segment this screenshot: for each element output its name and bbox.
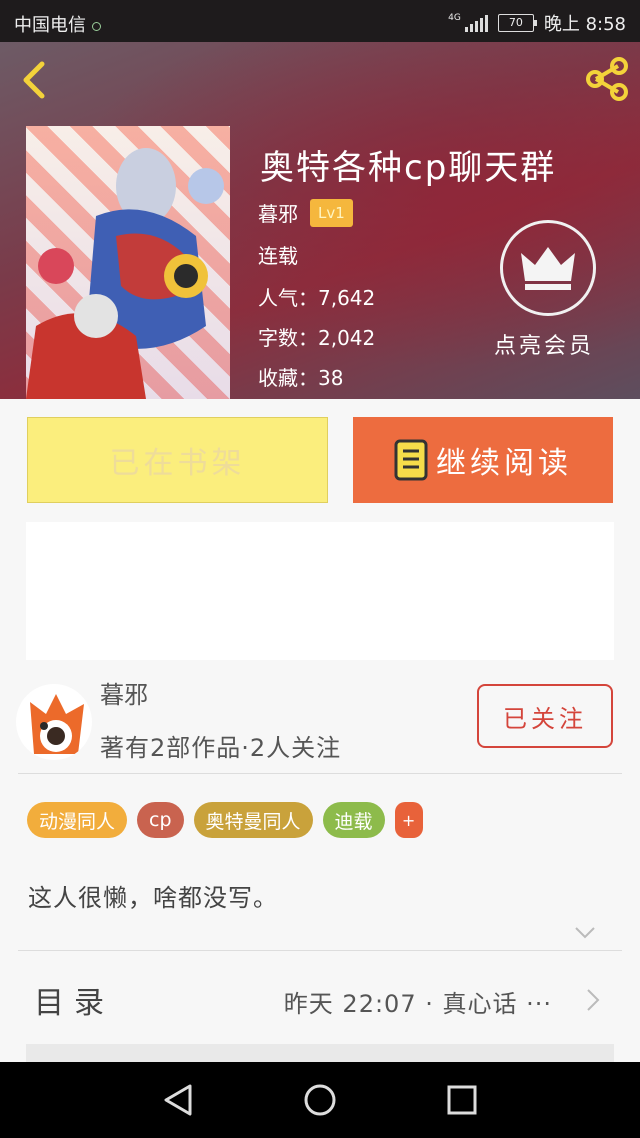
- favorites-label: 收藏：: [258, 366, 318, 390]
- author-stats: 著有2部作品·2人关注: [100, 734, 342, 762]
- tag-cp[interactable]: cp: [137, 802, 184, 838]
- back-triangle-icon[interactable]: [160, 1082, 196, 1118]
- signal-icon: 4G: [448, 14, 488, 32]
- tag-list: 动漫同人 cp 奥特曼同人 迪载 +: [27, 802, 423, 838]
- read-label: 继续阅读: [436, 446, 572, 481]
- back-chevron-icon[interactable]: [18, 60, 48, 100]
- tag-ultraman-fanfic[interactable]: 奥特曼同人: [193, 802, 313, 838]
- level-badge: Lv1: [310, 198, 353, 227]
- book-header: 奥特各种cp聊天群 暮邪 Lv1 连载 人气：7,642 字数：2,042 收藏…: [0, 42, 640, 399]
- popularity-value: 7,642: [318, 286, 376, 310]
- tag-label: 动漫同人: [39, 810, 116, 833]
- wordcount-value: 2,042: [318, 326, 376, 350]
- wordcount-row: 字数：2,042: [258, 322, 375, 351]
- carrier-label: 中国电信: [14, 11, 101, 37]
- tag-label: 奥特曼同人: [205, 810, 301, 833]
- book-author[interactable]: 暮邪: [258, 198, 298, 227]
- popularity-label: 人气：: [258, 286, 318, 310]
- book-cover-image[interactable]: [26, 126, 230, 399]
- clock: 晚上 8:58: [543, 14, 626, 35]
- tag-label: 迪载: [334, 810, 373, 833]
- divider: [18, 773, 622, 774]
- favorites-row: 收藏：38: [258, 362, 343, 391]
- table-of-contents-row[interactable]: 目录 昨天 22:07 · 真心话 ···: [26, 960, 616, 1040]
- tag-label: cp: [149, 809, 172, 831]
- avatar-image: [16, 684, 92, 760]
- vip-label[interactable]: 点亮会员: [494, 328, 594, 360]
- continue-reading-button[interactable]: 继续阅读: [353, 417, 613, 503]
- wordcount-label: 字数：: [258, 326, 318, 350]
- popularity-row: 人气：7,642: [258, 282, 375, 311]
- divider: [18, 950, 622, 951]
- home-circle-icon[interactable]: [302, 1082, 338, 1118]
- book-description: 这人很懒，啥都没写。: [28, 884, 278, 912]
- cover-artwork: [26, 148, 224, 399]
- tag-anime-fanfic[interactable]: 动漫同人: [27, 802, 128, 838]
- notification-dot-icon: [92, 21, 101, 31]
- toc-label: 目录: [34, 986, 114, 1021]
- follow-label: 已关注: [503, 704, 587, 733]
- vip-button[interactable]: [500, 220, 596, 316]
- book-title: 奥特各种cp聊天群: [260, 148, 557, 188]
- author-name[interactable]: 暮邪: [100, 675, 148, 710]
- crown-icon: [521, 247, 575, 290]
- recent-square-icon[interactable]: [444, 1082, 480, 1118]
- network-type: 4G: [448, 13, 461, 23]
- system-nav-bar: [0, 1062, 640, 1138]
- book-status: 连载: [258, 244, 298, 268]
- book-icon: [394, 439, 428, 481]
- author-avatar[interactable]: [16, 684, 92, 760]
- favorites-value: 38: [318, 366, 344, 390]
- latest-chapter: 昨天 22:07 · 真心话 ···: [283, 990, 552, 1018]
- next-section-panel: [26, 1044, 614, 1062]
- chevron-down-icon[interactable]: [574, 926, 596, 940]
- in-bookshelf-button[interactable]: 已在书架: [27, 417, 328, 503]
- status-bar: 中国电信 4G 70 晚上 8:58: [0, 0, 640, 42]
- tag-dizai[interactable]: 迪载: [322, 802, 385, 838]
- chevron-right-icon: [587, 989, 600, 1011]
- share-icon[interactable]: [584, 56, 630, 102]
- blank-panel: [26, 522, 614, 660]
- author-row: 暮邪 Lv1: [258, 198, 353, 227]
- following-button[interactable]: 已关注: [477, 684, 613, 748]
- shelf-label: 已在书架: [109, 446, 246, 481]
- add-tag-label: +: [401, 810, 416, 830]
- battery-level: 70: [508, 16, 523, 29]
- battery-icon: 70: [497, 14, 537, 32]
- carrier-text: 中国电信: [14, 15, 86, 36]
- add-tag-button[interactable]: +: [394, 802, 423, 838]
- status-right: 4G 70 晚上 8:58: [448, 10, 626, 36]
